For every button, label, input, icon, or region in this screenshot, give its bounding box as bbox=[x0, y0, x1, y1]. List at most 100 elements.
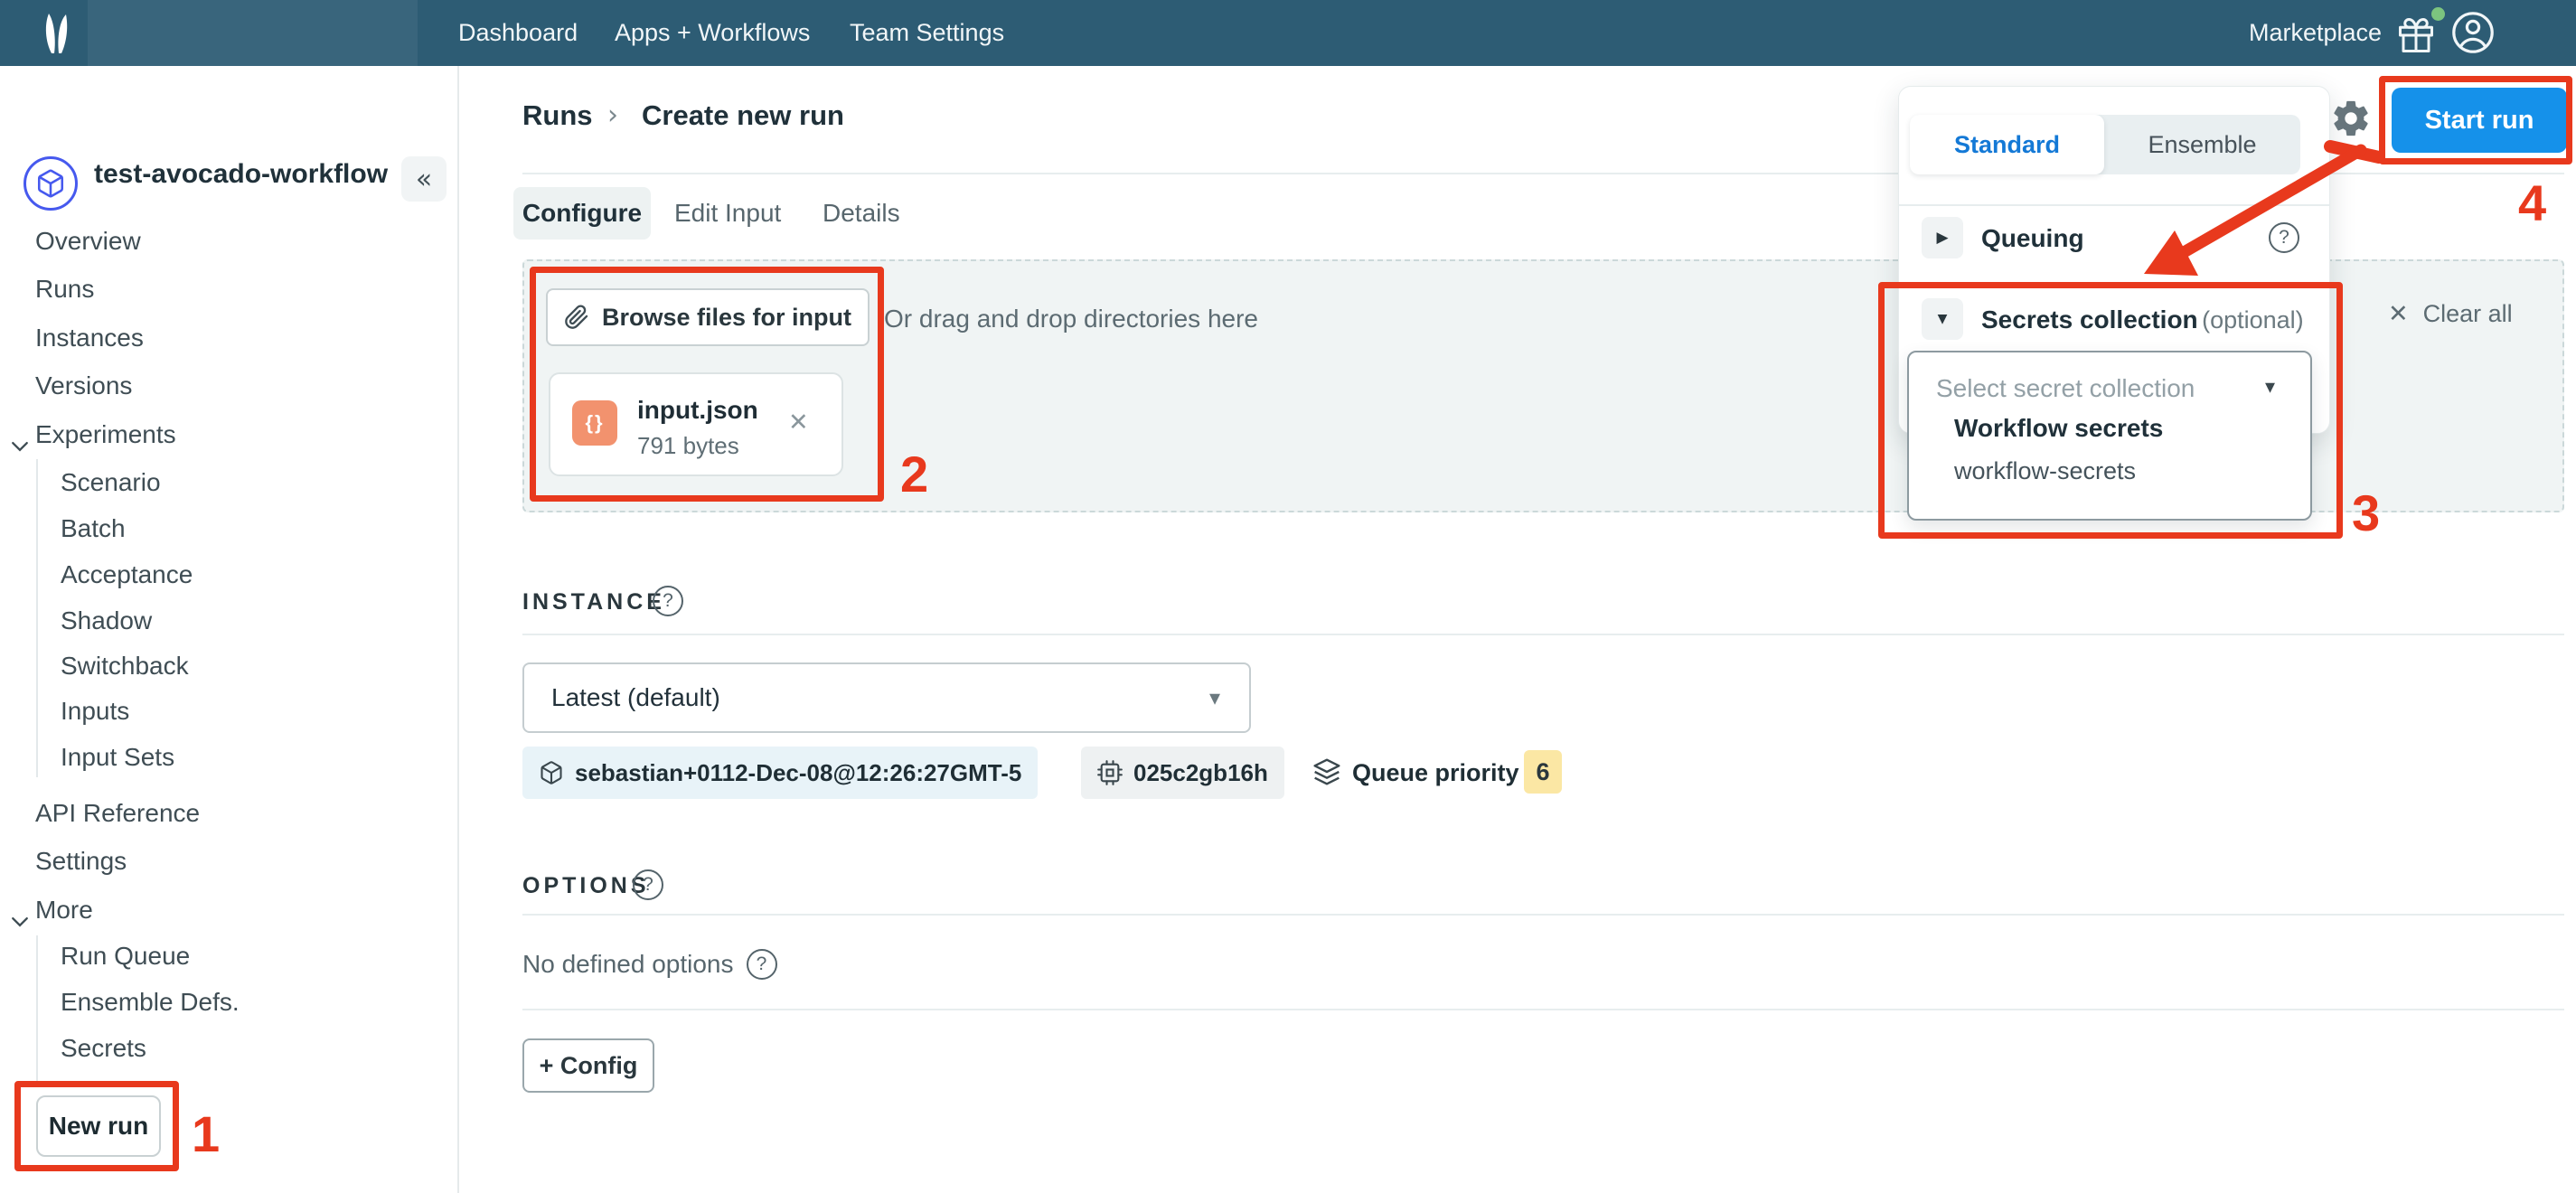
sidebar-collapse-button[interactable]: « bbox=[401, 156, 447, 202]
secrets-optional-text: (optional) bbox=[2202, 306, 2304, 333]
sidebar-item-experiments[interactable]: Experiments bbox=[35, 418, 176, 452]
options-divider-bottom bbox=[522, 1009, 2564, 1010]
no-options-text: No defined options bbox=[522, 950, 734, 979]
secrets-label-text: Secrets collection bbox=[1981, 305, 2198, 333]
nav-apps-workflows[interactable]: Apps + Workflows bbox=[615, 0, 810, 66]
sidebar-item-label: Ensemble Defs. bbox=[61, 988, 240, 1017]
chip-icon bbox=[1097, 760, 1123, 785]
nav-marketplace[interactable]: Marketplace bbox=[2249, 0, 2382, 66]
instance-id-text: 025c2gb16h bbox=[1133, 759, 1268, 787]
mode-tab-ensemble[interactable]: Ensemble bbox=[2104, 115, 2300, 174]
sidebar-item-label: Acceptance bbox=[61, 560, 193, 589]
sidebar: test-avocado-workflow « Overview Runs In… bbox=[0, 66, 459, 1193]
nav-team-settings-label: Team Settings bbox=[850, 19, 1004, 47]
nav-team-settings[interactable]: Team Settings bbox=[850, 0, 1004, 66]
sidebar-item-label: Runs bbox=[35, 275, 94, 304]
chevron-down-icon: ▾ bbox=[1209, 685, 1220, 710]
queuing-help-icon[interactable]: ? bbox=[2269, 222, 2299, 253]
sidebar-item-label: Shadow bbox=[61, 606, 152, 635]
sidebar-item-ensemble-defs[interactable]: Ensemble Defs. bbox=[61, 985, 240, 1019]
new-run-button[interactable]: New run bbox=[36, 1095, 161, 1157]
sidebar-item-label: Switchback bbox=[61, 652, 189, 681]
workspace-cube-icon bbox=[24, 156, 78, 211]
topbar-highlight bbox=[88, 0, 418, 66]
clear-all-label: Clear all bbox=[2423, 300, 2513, 328]
gear-icon[interactable] bbox=[2330, 98, 2372, 144]
queuing-expand-icon[interactable]: ▶ bbox=[1922, 217, 1963, 258]
sidebar-item-label: More bbox=[35, 896, 93, 925]
sidebar-item-settings[interactable]: Settings bbox=[35, 844, 127, 878]
sidebar-item-more[interactable]: More bbox=[35, 893, 93, 927]
browse-files-button[interactable]: Browse files for input bbox=[546, 288, 870, 346]
nav-dashboard[interactable]: Dashboard bbox=[458, 0, 578, 66]
mode-tab-standard[interactable]: Standard bbox=[1910, 115, 2104, 174]
remove-file-button[interactable]: ✕ bbox=[788, 409, 809, 437]
sidebar-item-shadow[interactable]: Shadow bbox=[61, 604, 152, 638]
options-section-title: OPTIONS bbox=[522, 873, 650, 899]
sidebar-item-api-reference[interactable]: API Reference bbox=[35, 796, 200, 831]
nav-apps-workflows-label: Apps + Workflows bbox=[615, 19, 810, 47]
workspace-title: test-avocado-workflow bbox=[94, 156, 392, 193]
tab-edit-input[interactable]: Edit Input bbox=[674, 193, 781, 233]
sidebar-item-label: Settings bbox=[35, 847, 127, 876]
more-indent-line bbox=[36, 935, 38, 1082]
drag-drop-hint: Or drag and drop directories here bbox=[884, 305, 1258, 333]
secret-option-subtitle[interactable]: workflow-secrets bbox=[1954, 457, 2136, 485]
sidebar-item-label: Scenario bbox=[61, 468, 161, 497]
sidebar-item-input-sets[interactable]: Input Sets bbox=[61, 740, 174, 775]
secret-select-placeholder: Select secret collection bbox=[1936, 374, 2195, 403]
breadcrumb-runs[interactable]: Runs bbox=[522, 99, 593, 132]
sidebar-item-label: Run Queue bbox=[61, 942, 190, 971]
no-options-message: No defined options ? bbox=[522, 949, 777, 980]
sidebar-item-inputs[interactable]: Inputs bbox=[61, 694, 129, 728]
secret-option-title[interactable]: Workflow secrets bbox=[1954, 414, 2163, 443]
sidebar-item-overview[interactable]: Overview bbox=[35, 224, 141, 258]
paperclip-icon bbox=[564, 305, 589, 330]
sidebar-item-runs[interactable]: Runs bbox=[35, 272, 94, 306]
chevron-down-icon bbox=[12, 429, 28, 458]
brand-logo-icon[interactable] bbox=[40, 12, 74, 60]
secrets-section-label[interactable]: Secrets collection (optional) bbox=[1981, 305, 2304, 334]
sidebar-item-instances[interactable]: Instances bbox=[35, 321, 144, 355]
json-file-icon: {} bbox=[572, 400, 617, 446]
sidebar-item-label: Inputs bbox=[61, 697, 129, 726]
layers-icon bbox=[1312, 757, 1341, 791]
uploaded-file-name: input.json bbox=[637, 396, 758, 425]
start-run-button[interactable]: Start run bbox=[2392, 88, 2567, 153]
sidebar-item-label: API Reference bbox=[35, 799, 200, 828]
clear-all-button[interactable]: ✕ Clear all bbox=[2388, 300, 2513, 328]
options-help-icon[interactable]: ? bbox=[633, 869, 663, 900]
gift-icon[interactable] bbox=[2397, 16, 2435, 59]
sidebar-item-run-queue[interactable]: Run Queue bbox=[61, 939, 190, 973]
version-tag-badge: sebastian+0112-Dec-08@12:26:27GMT-5 bbox=[522, 747, 1038, 799]
panel-divider bbox=[1899, 204, 2329, 206]
browse-files-label: Browse files for input bbox=[602, 304, 851, 332]
breadcrumb-separator: › bbox=[607, 99, 618, 131]
user-avatar-icon[interactable] bbox=[2451, 11, 2495, 59]
top-navbar: Dashboard Apps + Workflows Team Settings… bbox=[0, 0, 2576, 66]
sidebar-item-switchback[interactable]: Switchback bbox=[61, 649, 189, 683]
instance-section-title: INSTANCE bbox=[522, 589, 665, 615]
sidebar-item-label: Versions bbox=[35, 371, 132, 400]
notification-dot bbox=[2431, 7, 2445, 21]
page-title: Create new run bbox=[642, 99, 844, 132]
tab-details[interactable]: Details bbox=[823, 193, 900, 233]
sidebar-item-label: Instances bbox=[35, 324, 144, 352]
sidebar-item-label: Batch bbox=[61, 514, 126, 543]
instance-select[interactable]: Latest (default) ▾ bbox=[522, 662, 1251, 733]
sidebar-item-scenario[interactable]: Scenario bbox=[61, 465, 161, 500]
help-icon[interactable]: ? bbox=[747, 949, 777, 980]
sidebar-item-label: Secrets bbox=[61, 1034, 146, 1063]
queuing-section-label[interactable]: Queuing bbox=[1981, 224, 2084, 253]
sidebar-item-batch[interactable]: Batch bbox=[61, 512, 126, 546]
tab-configure[interactable]: Configure bbox=[513, 187, 651, 240]
secrets-collapse-icon[interactable]: ▼ bbox=[1922, 298, 1963, 340]
queue-priority-label: Queue priority bbox=[1352, 759, 1519, 787]
add-config-button[interactable]: + Config bbox=[522, 1038, 654, 1093]
sidebar-item-acceptance[interactable]: Acceptance bbox=[61, 558, 193, 592]
sidebar-item-secrets[interactable]: Secrets bbox=[61, 1031, 146, 1066]
instance-divider bbox=[522, 634, 2564, 635]
instance-help-icon[interactable]: ? bbox=[653, 586, 683, 616]
close-icon: ✕ bbox=[2388, 300, 2409, 328]
sidebar-item-versions[interactable]: Versions bbox=[35, 369, 132, 403]
